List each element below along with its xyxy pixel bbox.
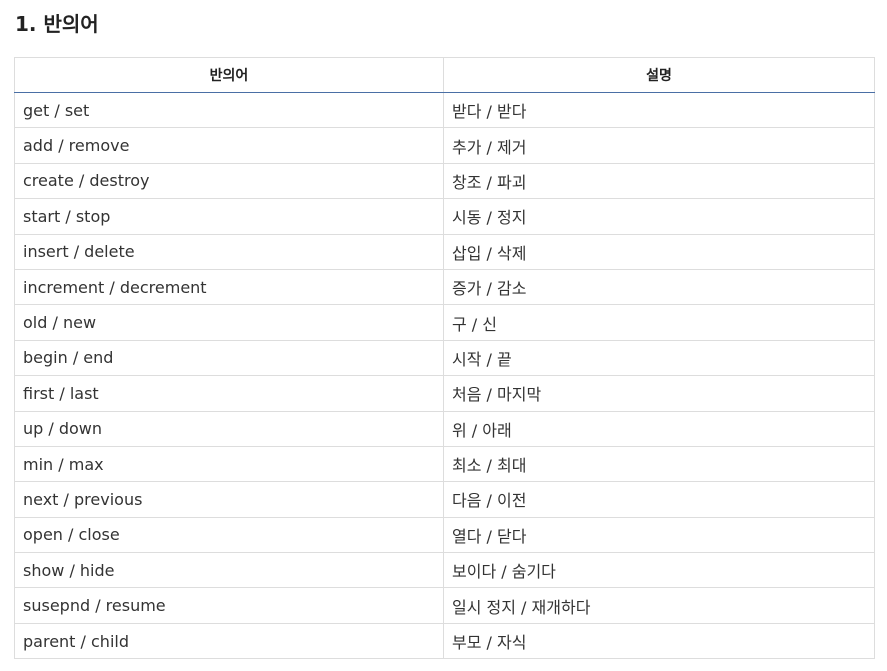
table-row: begin / end 시작 / 끝: [14, 339, 875, 377]
table-row: up / down 위 / 아래: [14, 410, 875, 447]
meaning-cell: 받다 / 받다: [443, 91, 875, 129]
term-cell: susepnd / resume: [14, 587, 444, 624]
meaning-cell: 시작 / 끝: [443, 339, 875, 377]
term-cell: start / stop: [14, 198, 444, 235]
term-cell: begin / end: [14, 339, 444, 377]
meaning-cell: 추가 / 제거: [443, 127, 875, 164]
page: 1. 반의어 반의어 설명 get / set 받다 / 받다 add / re…: [0, 0, 887, 671]
term-cell: open / close: [14, 516, 444, 554]
meaning-cell: 구 / 신: [443, 304, 875, 341]
term-cell: increment / decrement: [14, 268, 444, 306]
table-row: increment / decrement 증가 / 감소: [14, 268, 875, 306]
term-cell: parent / child: [14, 622, 444, 660]
meaning-cell: 일시 정지 / 재개하다: [443, 587, 875, 624]
term-cell: add / remove: [14, 127, 444, 164]
meaning-cell: 시동 / 정지: [443, 198, 875, 235]
term-cell: show / hide: [14, 552, 444, 589]
term-cell: get / set: [14, 91, 444, 129]
term-cell: min / max: [14, 445, 444, 483]
term-cell: insert / delete: [14, 233, 444, 270]
meaning-cell: 창조 / 파괴: [443, 162, 875, 200]
table-row: min / max 최소 / 최대: [14, 445, 875, 483]
table-row: first / last 처음 / 마지막: [14, 375, 875, 412]
section-heading: 1. 반의어: [15, 12, 99, 36]
term-cell: up / down: [14, 410, 444, 447]
table-row: insert / delete 삽입 / 삭제: [14, 233, 875, 270]
table-row: susepnd / resume 일시 정지 / 재개하다: [14, 587, 875, 624]
meaning-cell: 증가 / 감소: [443, 268, 875, 306]
table-row: create / destroy 창조 / 파괴: [14, 162, 875, 200]
table-row: get / set 받다 / 받다: [14, 91, 875, 129]
table-row: open / close 열다 / 닫다: [14, 516, 875, 554]
header-description: 설명: [443, 57, 875, 93]
table-row: add / remove 추가 / 제거: [14, 127, 875, 164]
table-row: show / hide 보이다 / 숨기다: [14, 552, 875, 589]
table-row: next / previous 다음 / 이전: [14, 481, 875, 518]
meaning-cell: 부모 / 자식: [443, 622, 875, 660]
table-row: parent / child 부모 / 자식: [14, 622, 875, 660]
meaning-cell: 처음 / 마지막: [443, 375, 875, 412]
table-row: start / stop 시동 / 정지: [14, 198, 875, 235]
header-antonym: 반의어: [14, 57, 444, 93]
term-cell: create / destroy: [14, 162, 444, 200]
meaning-cell: 다음 / 이전: [443, 481, 875, 518]
term-cell: old / new: [14, 304, 444, 341]
meaning-cell: 보이다 / 숨기다: [443, 552, 875, 589]
term-cell: next / previous: [14, 481, 444, 518]
table-row: old / new 구 / 신: [14, 304, 875, 341]
term-cell: first / last: [14, 375, 444, 412]
meaning-cell: 위 / 아래: [443, 410, 875, 447]
meaning-cell: 열다 / 닫다: [443, 516, 875, 554]
table-header-row: 반의어 설명: [14, 57, 875, 93]
antonym-table: 반의어 설명 get / set 받다 / 받다 add / remove 추가…: [14, 57, 875, 660]
meaning-cell: 삽입 / 삭제: [443, 233, 875, 270]
meaning-cell: 최소 / 최대: [443, 445, 875, 483]
